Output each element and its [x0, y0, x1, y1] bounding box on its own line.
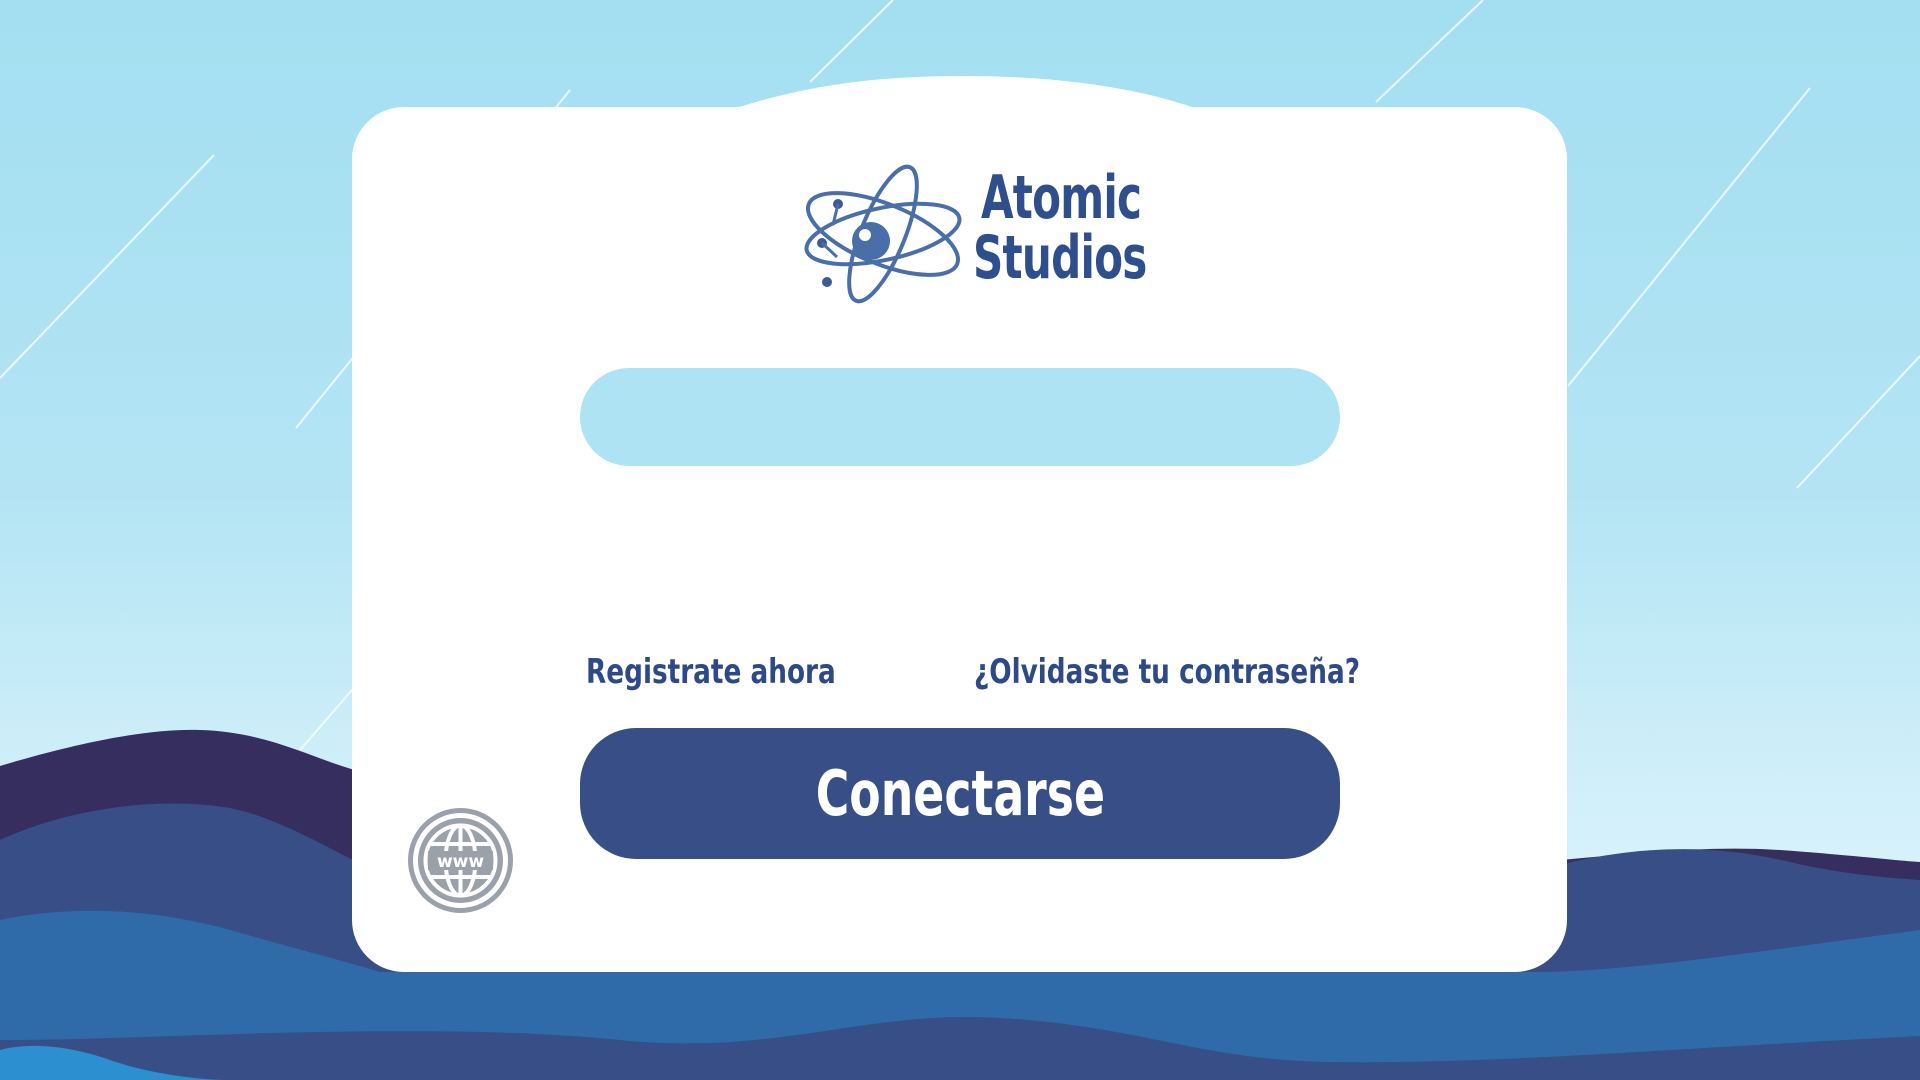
connect-button[interactable]: Conectarse: [580, 728, 1340, 859]
brand-name-line1: Atomic: [981, 163, 1142, 233]
atom-logo-icon: [804, 164, 962, 304]
brand-name-line2: Studios: [973, 223, 1147, 293]
brand-logo: Atomic Studios: [785, 140, 1165, 320]
svg-text:www: www: [437, 852, 484, 872]
language-button[interactable]: www: [408, 808, 513, 913]
register-link[interactable]: Registrate ahora: [586, 650, 836, 694]
username-input[interactable]: [580, 368, 1340, 466]
globe-www-icon: www: [413, 813, 508, 908]
login-screen: Atomic Studios Registrate ahora ¿Olvidas…: [0, 0, 1920, 1080]
connect-button-label: Conectarse: [815, 757, 1105, 830]
forgot-password-link[interactable]: ¿Olvidaste tu contraseña?: [974, 650, 1360, 694]
